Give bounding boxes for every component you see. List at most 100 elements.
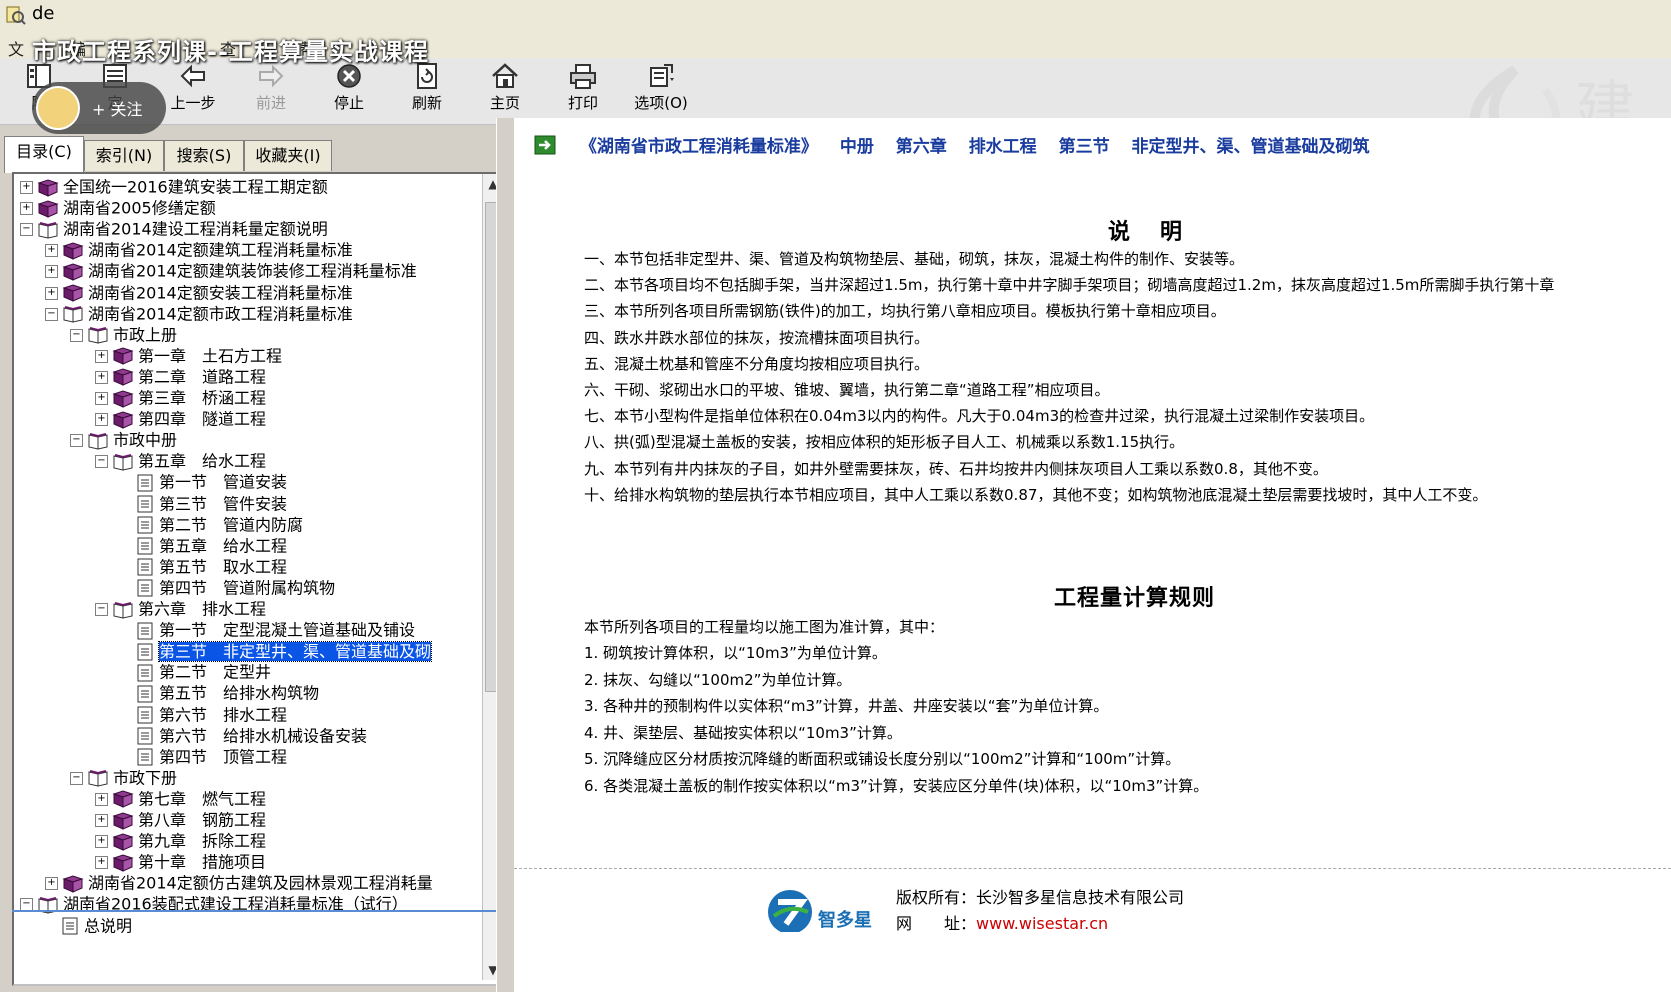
tree-item[interactable]: + 第七章 燃气工程 (95, 788, 266, 810)
expand-icon[interactable]: + (95, 814, 108, 827)
expand-icon[interactable]: + (20, 202, 33, 216)
expand-icon[interactable]: + (45, 877, 58, 891)
tree-item[interactable]: 第三节 管件安装 (120, 493, 287, 515)
tree-item[interactable]: + 第九章 拆除工程 (95, 830, 266, 852)
tree-item[interactable]: − 市政上册 (70, 324, 177, 346)
expand-icon[interactable]: + (45, 265, 58, 279)
breadcrumb-section[interactable]: 第三节 (1059, 137, 1110, 157)
collapse-icon[interactable]: − (95, 455, 108, 469)
tree-item[interactable]: 第一节 定型混凝土管道基础及铺设 (120, 619, 415, 641)
note-line: 五、混凝土枕基和管座不分角度均按相应项目执行。 (584, 354, 930, 373)
home-button[interactable]: 主页 (470, 62, 540, 118)
expand-icon[interactable]: + (95, 370, 108, 384)
forward-button[interactable]: 前进 (236, 62, 306, 118)
tree-item[interactable]: + 第十章 措施项目 (95, 851, 266, 873)
expand-icon[interactable]: + (95, 856, 108, 870)
tree-item[interactable]: − 湖南省2016装配式建设工程消耗量标准（试行） (20, 893, 408, 915)
tab-index[interactable]: 索引(N) (84, 140, 164, 171)
tree-item[interactable]: − 湖南省2014定额市政工程消耗量标准 (45, 303, 353, 325)
refresh-button[interactable]: 刷新 (392, 62, 462, 118)
tab-favorites[interactable]: 收藏夹(I) (244, 140, 332, 171)
tab-contents[interactable]: 目录(C) (4, 136, 84, 173)
book-icon (112, 854, 134, 872)
expand-icon[interactable]: + (95, 349, 108, 363)
tree-item[interactable]: + 第四章 隧道工程 (95, 408, 266, 430)
book-icon (62, 875, 84, 893)
tree-item-label: 第四章 隧道工程 (138, 409, 267, 429)
window-title: de (32, 3, 55, 24)
collapse-icon[interactable]: − (70, 771, 83, 785)
breadcrumb-chapter-name[interactable]: 排水工程 (969, 137, 1037, 157)
tree-item-label: 第五节 给排水构筑物 (159, 683, 320, 703)
page-icon (137, 495, 153, 513)
page-icon (137, 579, 153, 597)
tree-item[interactable]: 第二节 管道内防腐 (120, 514, 303, 536)
app-icon (6, 6, 26, 25)
tree-item[interactable]: + 第三章 桥涵工程 (95, 387, 266, 409)
tree-item[interactable]: + 全国统一2016建筑安装工程工期定额 (20, 176, 328, 198)
tree-item[interactable]: + 第八章 钢筋工程 (95, 809, 266, 831)
website-line: 网 址：www.wisestar.cn (896, 910, 1108, 934)
tree-item[interactable]: 总说明 (45, 915, 132, 937)
tree-item[interactable]: 第六节 给排水机械设备安装 (120, 725, 367, 747)
collapse-icon[interactable]: − (70, 328, 83, 342)
book-icon (112, 790, 134, 809)
tree-item[interactable]: − 第六章 排水工程 (95, 598, 266, 620)
tree-item[interactable]: 第五节 给排水构筑物 (120, 682, 319, 704)
note-line: 十、给排水构筑物的垫层执行本节相应项目，其中人工乘以系数0.87，其他不变；如构… (584, 485, 1488, 504)
menu-item-file[interactable]: 文 (8, 36, 24, 60)
open-book-icon (87, 432, 109, 450)
back-button[interactable]: 上一步 (158, 62, 228, 118)
window-titlebar: de (0, 0, 1671, 32)
tree-item[interactable]: − 湖南省2014建设工程消耗量定额说明 (20, 218, 328, 240)
tree-item[interactable]: − 市政下册 (70, 767, 177, 789)
collapse-icon[interactable]: − (20, 223, 33, 237)
tab-search[interactable]: 搜索(S) (164, 140, 244, 171)
tree-item[interactable]: 第一节 管道安装 (120, 471, 287, 493)
tree-item[interactable]: + 湖南省2014定额仿古建筑及园林景观工程消耗量 (45, 872, 433, 894)
open-book-icon (87, 769, 109, 787)
collapse-icon[interactable]: − (70, 434, 83, 448)
tree-item-label: 第四节 管道附属构筑物 (159, 578, 336, 598)
tree-item[interactable]: 第六节 排水工程 (120, 704, 287, 726)
tree-item[interactable]: 第五章 给水工程 (120, 535, 287, 557)
tree-item[interactable]: 第三节 非定型井、渠、管道基础及砌 (120, 640, 433, 662)
tree-item[interactable]: 第四节 管道附属构筑物 (120, 577, 335, 599)
expand-icon[interactable]: + (95, 413, 108, 427)
expand-icon[interactable]: + (95, 392, 108, 405)
tree-item[interactable]: + 湖南省2005修缮定额 (20, 197, 216, 219)
collapse-icon[interactable]: − (45, 307, 58, 321)
breadcrumb-chapter[interactable]: 第六章 (896, 137, 947, 157)
expand-icon[interactable]: + (95, 792, 108, 806)
tree-item-label: 湖南省2014定额安装工程消耗量标准 (88, 283, 353, 302)
tree-item[interactable]: 第四节 顶管工程 (120, 746, 287, 768)
website-link[interactable]: www.wisestar.cn (976, 914, 1108, 933)
tree-item[interactable]: 第二节 定型井 (120, 661, 271, 683)
tree-item[interactable]: + 湖南省2014定额建筑工程消耗量标准 (45, 239, 353, 261)
breadcrumb-section-name[interactable]: 非定型井、渠、管道基础及砌筑 (1132, 137, 1370, 157)
tree-item[interactable]: − 市政中册 (70, 429, 177, 451)
print-button[interactable]: 打印 (548, 62, 618, 118)
breadcrumb-book[interactable]: 《湖南省市政工程消耗量标准》 (580, 137, 818, 157)
expand-icon[interactable]: + (20, 181, 33, 194)
tree-item[interactable]: + 湖南省2014定额建筑装饰装修工程消耗量标准 (45, 260, 417, 282)
tree-item[interactable]: 第五节 取水工程 (120, 556, 287, 578)
expand-icon[interactable]: + (45, 244, 58, 258)
breadcrumb-volume[interactable]: 中册 (840, 137, 874, 157)
tree-item-label: 市政上册 (113, 325, 178, 345)
page-icon (137, 664, 153, 682)
collapse-icon[interactable]: − (95, 603, 108, 616)
tree-item-label: 第六节 给排水机械设备安装 (159, 726, 368, 746)
tree-item[interactable]: + 第一章 土石方工程 (95, 345, 282, 367)
tree-item-label: 第一节 定型混凝土管道基础及铺设 (159, 620, 416, 640)
follow-button[interactable]: + 关注 (32, 82, 166, 134)
expand-icon[interactable]: + (95, 835, 108, 849)
options-button[interactable]: 选项(O) (626, 62, 696, 118)
pane-splitter[interactable] (496, 118, 516, 992)
tree-item[interactable]: − 第五章 给水工程 (95, 450, 266, 472)
tree-item[interactable]: + 湖南省2014定额安装工程消耗量标准 (45, 282, 353, 304)
tree-item[interactable]: + 第二章 道路工程 (95, 366, 266, 388)
rule-line: 4. 井、渠垫层、基础按实体积以“10m3”计算。 (584, 723, 902, 742)
stop-button[interactable]: 停止 (314, 62, 384, 118)
expand-icon[interactable]: + (45, 286, 58, 300)
